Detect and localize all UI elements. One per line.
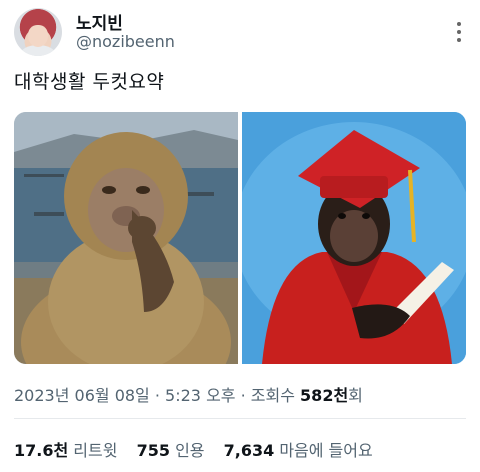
retweets-label: 리트윗 — [73, 441, 118, 460]
retweets-count: 17.6천 — [14, 441, 69, 460]
quotes-stat[interactable]: 755 인용 — [137, 441, 210, 460]
likes-stat[interactable]: 7,634 마음에 들어요 — [224, 441, 373, 460]
views-suffix: 회 — [348, 386, 363, 405]
quotes-count: 755 — [136, 441, 170, 460]
retweets-stat[interactable]: 17.6천 리트윗 — [14, 441, 123, 460]
separator: · — [154, 386, 166, 405]
divider — [14, 418, 466, 419]
chimp-graduate-image[interactable] — [242, 112, 466, 364]
likes-count: 7,634 — [223, 441, 275, 460]
user-handle[interactable]: @nozibeenn — [76, 32, 175, 51]
tweet-meta: 2023년 06월 08일 · 5:23 오후 · 조회수 582천회 — [14, 382, 363, 406]
tweet-date[interactable]: 2023년 06월 08일 — [14, 386, 150, 405]
macaque-thinking-image[interactable] — [14, 112, 238, 364]
tweet-stats: 17.6천 리트윗 755 인용 7,634 마음에 들어요 — [14, 437, 387, 461]
likes-label: 마음에 들어요 — [279, 441, 373, 460]
quotes-label: 인용 — [175, 441, 205, 460]
tweet-time[interactable]: 5:23 오후 — [165, 386, 235, 405]
separator: · — [240, 386, 251, 405]
tweet-media[interactable] — [14, 112, 466, 364]
avatar-face — [28, 25, 48, 47]
views-count: 582천 — [300, 386, 349, 405]
avatar[interactable] — [14, 8, 62, 56]
tweet-text: 대학생활 두컷요약 — [14, 71, 165, 93]
views-label: 조회수 — [250, 386, 295, 405]
display-name[interactable]: 노지빈 — [76, 9, 123, 34]
more-options-icon[interactable] — [456, 22, 462, 44]
tweet-header: 노지빈 @nozibeenn — [14, 8, 470, 58]
